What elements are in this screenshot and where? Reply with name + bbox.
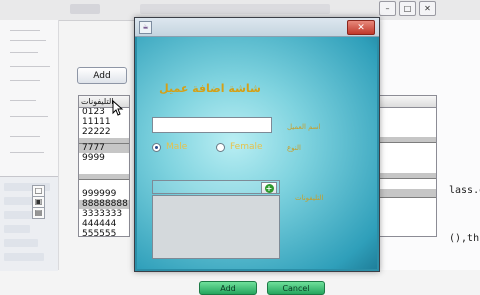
female-radio-label[interactable]: Female [230,142,263,152]
code-fragment: lass.g [449,185,480,196]
window-close-button[interactable]: ✕ [419,1,436,16]
toolbar-item[interactable] [70,4,100,14]
minimize-button[interactable]: – [379,1,396,16]
mouse-pointer-icon [112,100,124,116]
project-tree [0,176,58,271]
phones-column-header-label: التليفونات [81,97,114,106]
java-icon: ☕ [139,21,152,34]
table-row[interactable]: 555555 [79,230,129,237]
male-radio-label[interactable]: Male [166,142,187,152]
window-controls: – □ ✕ [379,1,436,16]
female-radio[interactable] [216,143,225,152]
phones-table[interactable]: التليفونات 0123 11111 22222 7777 9999 99… [78,95,130,237]
add-button[interactable]: Add [77,67,127,84]
customer-name-input[interactable] [152,117,272,133]
add-phone-button[interactable]: + [261,182,277,194]
plus-icon: + [264,183,274,193]
gender-label: النوع [287,144,301,152]
customer-name-label: اسم العميل [287,123,321,131]
dialog-body: شاشة اضافة عميل اسم العميل Male Female ا… [137,37,377,295]
phones-label: التليفونات [295,194,324,202]
phones-table-right-part [374,95,437,237]
add-customer-dialog: ☕ ✕ شاشة اضافة عميل اسم العميل Male Fema… [134,17,380,295]
maximize-button[interactable]: □ [399,1,416,16]
dialog-heading: شاشة اضافة عميل [159,82,261,95]
toolbar-strip [140,4,330,14]
cancel-button[interactable]: Cancel [267,281,325,295]
dialog-close-button[interactable]: ✕ [347,20,375,35]
panel-button[interactable]: ▤ [32,207,45,219]
male-radio[interactable] [152,143,161,152]
table-row[interactable] [79,164,129,174]
table-row[interactable]: 9999 [79,154,129,164]
phone-list[interactable] [152,195,280,259]
table-row[interactable]: 22222 [79,128,129,138]
add-customer-button[interactable]: Add [199,281,257,295]
dialog-title-bar[interactable]: ☕ ✕ [135,18,379,37]
code-fragment: (),th [449,233,480,244]
